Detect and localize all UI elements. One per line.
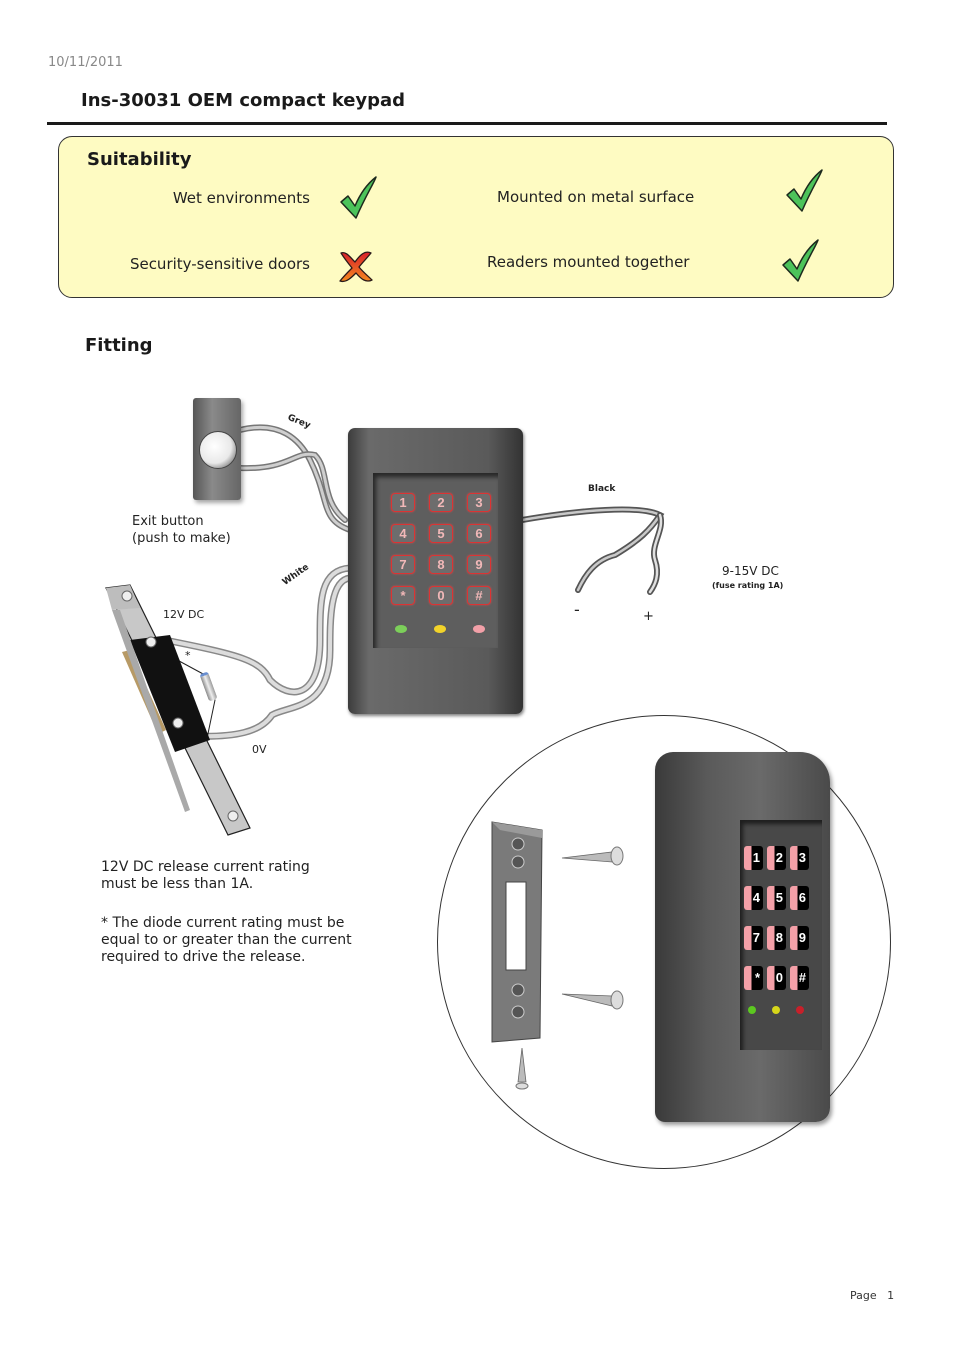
- power-voltage-label: 9-15V DC: [722, 564, 779, 578]
- keypad-key[interactable]: 1: [391, 493, 415, 512]
- led-green: [395, 625, 407, 633]
- black-wire: [519, 506, 665, 593]
- page-label: Page: [850, 1289, 877, 1302]
- keypad-key[interactable]: 6: [790, 886, 809, 910]
- black-wire-label: Black: [588, 484, 616, 494]
- keypad-key[interactable]: 5: [767, 886, 786, 910]
- diode-rating-note: * The diode current rating must be equal…: [101, 915, 352, 966]
- keypad-key[interactable]: 2: [429, 493, 453, 512]
- keypad-key[interactable]: 0: [767, 966, 786, 990]
- power-plus-label: +: [643, 609, 654, 624]
- keypad-key[interactable]: 3: [790, 846, 809, 870]
- keypad-key[interactable]: 6: [467, 524, 491, 543]
- keypad-key[interactable]: 9: [467, 555, 491, 574]
- keypad-key[interactable]: 1: [744, 846, 763, 870]
- diode-marker: *: [185, 649, 191, 662]
- keypad-key[interactable]: 9: [790, 926, 809, 950]
- keypad-key[interactable]: 8: [429, 555, 453, 574]
- note-line: 12V DC release current rating: [101, 859, 310, 875]
- keypad-device: 1 2 3 4 5 6 7 8 9 * 0 #: [348, 428, 523, 714]
- keypad-key[interactable]: *: [744, 966, 763, 990]
- keypad-key[interactable]: #: [467, 586, 491, 605]
- keypad-key[interactable]: *: [391, 586, 415, 605]
- mounting-bracket: [491, 821, 543, 1043]
- led-red: [796, 1006, 804, 1014]
- keypad-keys: 1 2 3 4 5 6 7 8 9 * 0 #: [391, 493, 491, 605]
- release-current-note: 12V DC release current rating must be le…: [101, 859, 310, 893]
- exit-button-label-line: Exit button: [132, 514, 204, 529]
- screw-icon: [561, 846, 624, 866]
- led-yellow: [434, 625, 446, 633]
- power-minus-label: -: [574, 600, 580, 619]
- led-green: [748, 1006, 756, 1014]
- keypad-key[interactable]: 4: [744, 886, 763, 910]
- keypad-key[interactable]: 7: [391, 555, 415, 574]
- keypad-key[interactable]: 2: [767, 846, 786, 870]
- keypad-leds: [395, 625, 485, 633]
- lock-12v-label: 12V DC: [163, 608, 205, 621]
- led-red: [473, 625, 485, 633]
- page-number: 1: [887, 1289, 895, 1302]
- keypad-device-perspective: 1 2 3 4 5 6 7 8 9 * 0 #: [655, 752, 830, 1122]
- keypad-key[interactable]: 7: [744, 926, 763, 950]
- exit-button-label: Exit button (push to make): [132, 513, 231, 547]
- keypad-face-perspective: 1 2 3 4 5 6 7 8 9 * 0 #: [740, 820, 822, 1050]
- fuse-rating-label: (fuse rating 1A): [712, 581, 784, 590]
- screw-icon: [515, 1047, 529, 1090]
- screw-icon: [561, 990, 624, 1010]
- keypad-key[interactable]: 5: [429, 524, 453, 543]
- note-line: * The diode current rating must be: [101, 915, 345, 931]
- note-line: must be less than 1A.: [101, 876, 254, 892]
- keypad-key[interactable]: 3: [467, 493, 491, 512]
- exit-button-push: [199, 431, 237, 469]
- grey-wire: [237, 424, 353, 533]
- keypad-leds-perspective: [748, 1006, 804, 1014]
- note-line: equal to or greater than the current: [101, 932, 352, 948]
- note-line: required to drive the release.: [101, 949, 306, 965]
- led-yellow: [772, 1006, 780, 1014]
- keypad-key[interactable]: 8: [767, 926, 786, 950]
- keypad-keys-perspective: 1 2 3 4 5 6 7 8 9 * 0 #: [744, 846, 809, 990]
- keypad-key[interactable]: 0: [429, 586, 453, 605]
- exit-button-label-line: (push to make): [132, 531, 231, 546]
- page-indicator: Page 1: [850, 1289, 894, 1302]
- keypad-key[interactable]: #: [790, 966, 809, 990]
- keypad-face: 1 2 3 4 5 6 7 8 9 * 0 #: [373, 473, 498, 648]
- exit-button-device: [193, 398, 241, 500]
- lock-0v-label: 0V: [252, 743, 267, 756]
- keypad-key[interactable]: 4: [391, 524, 415, 543]
